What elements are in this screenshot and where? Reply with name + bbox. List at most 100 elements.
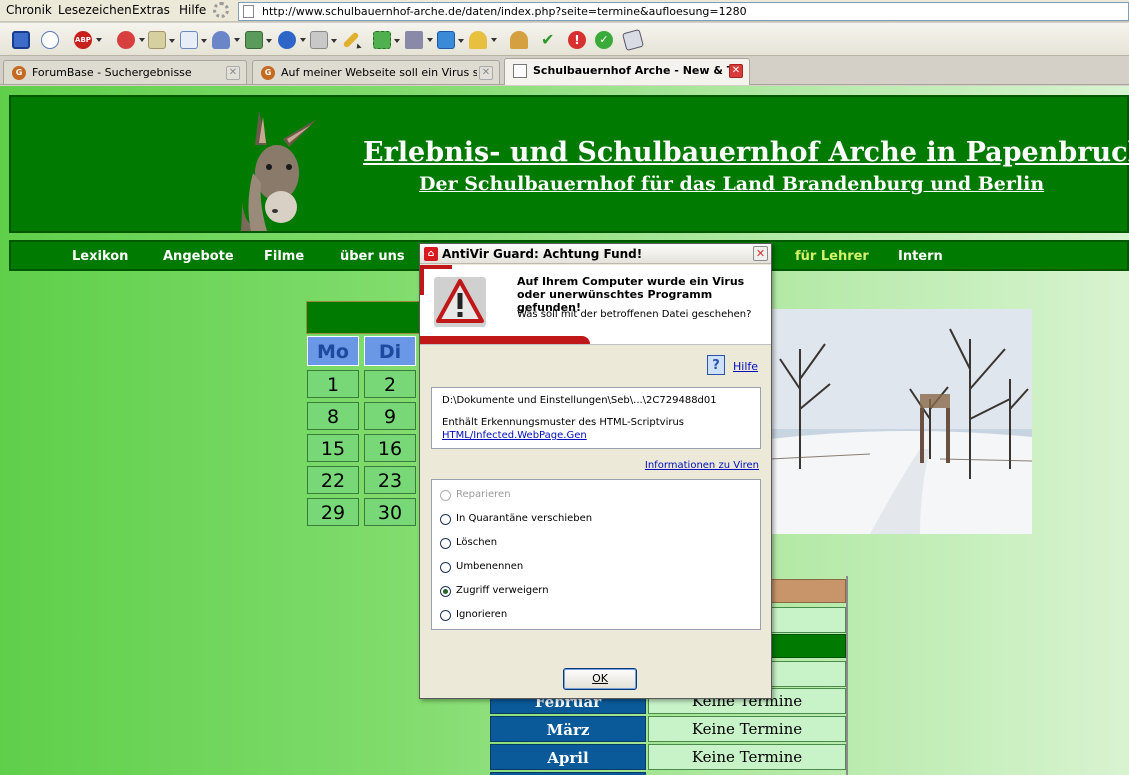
option-label[interactable]: Zugriff verweigern	[456, 585, 549, 596]
dialog-close-button[interactable]: ✕	[753, 246, 768, 261]
option-label[interactable]: Löschen	[456, 537, 497, 548]
nav-ueber-uns[interactable]: über uns	[340, 249, 405, 264]
schedule-value: Keine Termine	[648, 716, 846, 742]
nav-intern[interactable]: Intern	[898, 249, 943, 264]
bell-icon[interactable]	[510, 31, 528, 49]
site-header: Erlebnis- und Schulbauernhof Arche in Pa…	[9, 95, 1129, 233]
arrows-icon[interactable]	[437, 31, 464, 49]
page-icon	[513, 64, 527, 78]
ok-label: OK	[592, 672, 608, 685]
image-icon[interactable]	[245, 31, 272, 49]
warning-icon	[434, 277, 486, 327]
dialog-title-bar[interactable]: ⌂ AntiVir Guard: Achtung Fund! ✕	[420, 244, 771, 264]
action-question: Was soll mit der betroffenen Datei gesch…	[517, 309, 752, 320]
close-tab-icon[interactable]: ✕	[226, 66, 240, 80]
menu-hilfe[interactable]: Hilfe	[179, 3, 206, 17]
resize-icon[interactable]	[373, 31, 400, 49]
form-icon[interactable]	[180, 31, 207, 49]
calendar-date[interactable]: 23	[364, 466, 416, 494]
donkey-image	[241, 111, 317, 231]
address-bar[interactable]: http://www.schulbauernhof-arche.de/daten…	[238, 2, 1129, 21]
nav-lexikon[interactable]: Lexikon	[72, 249, 128, 264]
option-label[interactable]: In Quarantäne verschieben	[456, 513, 592, 524]
tab-virus-thread[interactable]: G Auf meiner Webseite soll ein Virus sei…	[252, 60, 500, 84]
loading-throbber-icon	[213, 2, 229, 18]
avira-logo-icon: ⌂	[424, 247, 438, 261]
help-book-icon: ?	[707, 355, 725, 375]
calendar-date[interactable]: 8	[307, 402, 359, 430]
info-icon[interactable]	[278, 31, 306, 49]
calendar-day-di: Di	[364, 336, 416, 366]
schedule-month: März	[490, 716, 646, 742]
radio-button	[440, 490, 451, 501]
toolbar: ABP ✔ ! ✓	[0, 23, 1129, 56]
option-label: Reparieren	[456, 489, 511, 500]
schedule-month: April	[490, 744, 646, 770]
address-url[interactable]: http://www.schulbauernhof-arche.de/daten…	[262, 5, 747, 18]
radio-button[interactable]	[440, 562, 451, 573]
antivir-dialog: ⌂ AntiVir Guard: Achtung Fund! ✕ Auf Ihr…	[419, 243, 772, 699]
bookmark-sidebar-icon[interactable]	[12, 31, 30, 49]
tab-label: Auf meiner Webseite soll ein Virus sein.…	[281, 66, 477, 79]
red-banner-stripe	[420, 336, 590, 344]
cube-icon[interactable]	[310, 31, 337, 49]
site-title[interactable]: Erlebnis- und Schulbauernhof Arche in Pa…	[363, 137, 1129, 168]
radio-button[interactable]	[440, 538, 451, 549]
calendar-date[interactable]: 29	[307, 498, 359, 526]
calendar-header	[306, 301, 420, 334]
adblock-plus-icon[interactable]: ABP	[74, 31, 102, 49]
calendar-date[interactable]: 16	[364, 434, 416, 462]
help-label[interactable]: Hilfe	[733, 360, 758, 373]
mail-icon[interactable]	[148, 31, 175, 49]
close-tab-icon[interactable]: ✕	[479, 66, 493, 80]
calendar-date[interactable]: 1	[307, 370, 359, 398]
block-icon[interactable]	[117, 31, 145, 49]
menu-lesezeichen[interactable]: Lesezeichen	[58, 3, 132, 17]
calendar-date[interactable]: 9	[364, 402, 416, 430]
calendar-date[interactable]: 2	[364, 370, 416, 398]
wrench-icon[interactable]	[405, 31, 433, 49]
history-clock-icon[interactable]	[41, 31, 59, 49]
calendar-date[interactable]: 30	[364, 498, 416, 526]
ok-button[interactable]: OK	[563, 668, 637, 690]
nav-angebote[interactable]: Angebote	[163, 249, 234, 264]
schedule-value: Keine Termine	[648, 744, 846, 770]
dialog-banner: Auf Ihrem Computer wurde ein Virus oder …	[420, 265, 771, 345]
nav-filme[interactable]: Filme	[264, 249, 304, 264]
forumbase-icon: G	[261, 66, 275, 80]
virus-info-link[interactable]: Informationen zu Viren	[645, 460, 759, 471]
pencil-icon[interactable]	[342, 31, 360, 49]
close-tab-icon[interactable]: ✕	[729, 64, 743, 78]
winter-farm-photo	[770, 309, 1032, 534]
detection-description: Enthält Erkennungsmuster des HTML-Script…	[442, 417, 685, 428]
user-icon[interactable]	[212, 31, 240, 49]
option-label[interactable]: Umbenennen	[456, 561, 523, 572]
tab-schulbauernhof[interactable]: Schulbauernhof Arche - New & Te... ✕	[504, 58, 750, 85]
key-icon[interactable]	[469, 31, 497, 49]
forumbase-icon: G	[12, 66, 26, 80]
infected-file-box: D:\Dokumente und Einstellungen\Seb\...\2…	[431, 387, 761, 449]
virus-name-link[interactable]: HTML/Infected.WebPage.Gen	[442, 430, 587, 441]
option-label[interactable]: Ignorieren	[456, 609, 507, 620]
dialog-title: AntiVir Guard: Achtung Fund!	[442, 247, 643, 261]
radio-button[interactable]	[440, 514, 451, 525]
site-subtitle[interactable]: Der Schulbauernhof für das Land Brandenb…	[419, 173, 1044, 195]
help-link[interactable]: ? Hilfe	[707, 355, 767, 377]
radio-button-selected[interactable]	[440, 586, 451, 597]
eraser-icon[interactable]	[621, 28, 645, 52]
calendar-date[interactable]: 22	[307, 466, 359, 494]
ok-icon[interactable]: ✓	[595, 31, 613, 49]
check-icon[interactable]: ✔	[541, 31, 559, 49]
menu-chronik[interactable]: Chronik	[6, 3, 52, 17]
nav-fuer-lehrer[interactable]: für Lehrer	[795, 249, 869, 264]
menu-bar: Chronik Lesezeichen Extras Hilfe http://…	[0, 0, 1129, 22]
tab-forumbase-search[interactable]: G ForumBase - Suchergebnisse ✕	[3, 60, 247, 84]
error-icon[interactable]: !	[568, 31, 586, 49]
tab-label: Schulbauernhof Arche - New & Te...	[533, 64, 731, 77]
file-path: D:\Dokumente und Einstellungen\Seb\...\2…	[442, 395, 717, 406]
calendar-date[interactable]: 15	[307, 434, 359, 462]
radio-button[interactable]	[440, 610, 451, 621]
menu-extras[interactable]: Extras	[132, 3, 170, 17]
page-icon	[243, 5, 254, 18]
schedule-frame	[846, 576, 848, 775]
